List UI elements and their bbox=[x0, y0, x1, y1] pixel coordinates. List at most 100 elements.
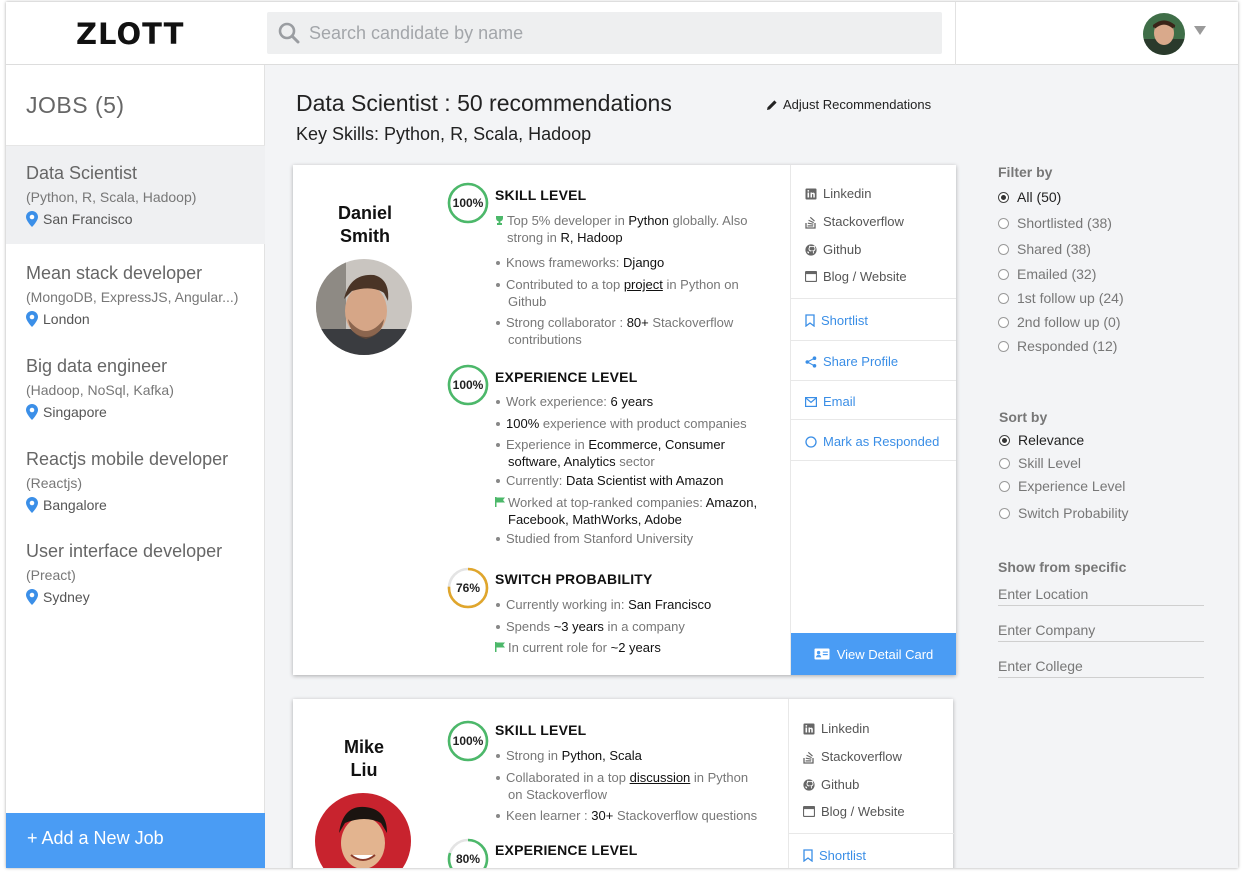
card-actions: Linkedin Stackoverflow Github Blog / Web… bbox=[788, 699, 954, 868]
experience-bullet: Work experience: 6 years bbox=[496, 393, 653, 410]
location-input[interactable] bbox=[998, 582, 1204, 606]
share-profile-button[interactable]: Share Profile bbox=[805, 354, 898, 369]
experience-level-heading: EXPERIENCE LEVEL bbox=[495, 369, 638, 385]
job-location-text: Sydney bbox=[43, 589, 90, 605]
top-bar: ZLOTT bbox=[6, 2, 1238, 65]
email-button[interactable]: Email bbox=[805, 394, 856, 409]
text: Blog / Website bbox=[823, 269, 907, 284]
project-link[interactable]: project bbox=[624, 277, 663, 292]
text: Facebook, MathWorks, Adobe bbox=[508, 512, 682, 527]
search-box[interactable] bbox=[267, 12, 942, 54]
sort-option[interactable]: Switch Probability bbox=[999, 505, 1129, 521]
user-avatar[interactable] bbox=[1143, 13, 1185, 55]
shortlist-button[interactable]: Shortlist bbox=[803, 848, 866, 863]
stackoverflow-link[interactable]: Stackoverflow bbox=[805, 214, 904, 229]
filter-by-title: Filter by bbox=[998, 164, 1053, 180]
text: Switch Probability bbox=[1018, 505, 1129, 521]
skill-gauge: 100% bbox=[446, 181, 490, 225]
text: Data Scientist with Amazon bbox=[565, 473, 724, 488]
job-skills: (Hadoop, NoSql, Kafka) bbox=[26, 382, 174, 398]
radio-icon bbox=[999, 507, 1010, 519]
sort-option[interactable]: Relevance bbox=[999, 432, 1084, 448]
filter-option[interactable]: Shared (38) bbox=[998, 241, 1091, 257]
github-link[interactable]: Github bbox=[805, 242, 861, 257]
text: Relevance bbox=[1018, 432, 1085, 448]
candidate-name[interactable]: Mike Liu bbox=[310, 736, 418, 782]
add-job-button[interactable]: + Add a New Job bbox=[6, 813, 265, 868]
candidate-name[interactable]: Daniel Smith bbox=[311, 202, 419, 248]
text: View Detail Card bbox=[836, 646, 934, 662]
skill-bullet: Knows frameworks: Django bbox=[496, 254, 664, 271]
experience-score: 100% bbox=[452, 378, 484, 392]
radio-icon bbox=[998, 340, 1009, 352]
mark-responded-button[interactable]: Mark as Responded bbox=[805, 434, 939, 449]
filter-option[interactable]: All (50) bbox=[998, 189, 1061, 205]
search-input[interactable] bbox=[309, 12, 929, 54]
job-skills: (Python, R, Scala, Hadoop) bbox=[26, 189, 197, 205]
github-icon bbox=[805, 243, 817, 256]
search-icon bbox=[278, 22, 300, 44]
sidebar-job-ui-developer[interactable]: User interface developer (Preact) Sydney bbox=[6, 540, 265, 607]
chevron-down-icon[interactable] bbox=[1194, 26, 1206, 35]
browser-icon bbox=[805, 271, 817, 282]
blog-website-link[interactable]: Blog / Website bbox=[805, 269, 907, 284]
text: Studied from Stanford University bbox=[506, 531, 694, 546]
flag-icon bbox=[495, 497, 505, 507]
sort-option[interactable]: Experience Level bbox=[999, 478, 1125, 494]
job-location: San Francisco bbox=[26, 209, 265, 229]
view-detail-card-button[interactable]: View Detail Card bbox=[791, 633, 956, 675]
page-title: Data Scientist : 50 recommendations bbox=[296, 90, 672, 116]
sidebar-job-big-data[interactable]: Big data engineer (Hadoop, NoSql, Kafka)… bbox=[6, 355, 265, 422]
text: software, Analytics bbox=[508, 454, 616, 469]
text: Stackoverflow questions bbox=[613, 808, 758, 823]
card-actions: Linkedin Stackoverflow Github Blog / Web… bbox=[790, 165, 956, 675]
text: Contributed to a top bbox=[506, 277, 624, 292]
sort-option[interactable]: Skill Level bbox=[999, 455, 1081, 471]
filter-option[interactable]: Emailed (32) bbox=[998, 266, 1096, 282]
switch-bullet: In current role for ~2 years bbox=[495, 639, 661, 656]
skill-level-heading: SKILL LEVEL bbox=[495, 722, 587, 738]
bookmark-icon bbox=[803, 849, 813, 862]
filter-option[interactable]: 2nd follow up (0) bbox=[998, 314, 1121, 330]
text: Responded (12) bbox=[1017, 338, 1118, 354]
linkedin-icon bbox=[805, 188, 817, 199]
pencil-icon bbox=[767, 99, 777, 110]
divider bbox=[789, 833, 954, 834]
linkedin-link[interactable]: Linkedin bbox=[805, 186, 871, 201]
linkedin-icon bbox=[803, 723, 815, 734]
text: experience with product companies bbox=[539, 416, 747, 431]
filter-option[interactable]: 1st follow up (24) bbox=[998, 290, 1124, 306]
job-location-text: Singapore bbox=[43, 404, 107, 420]
job-skills: (Reactjs) bbox=[26, 475, 83, 491]
linkedin-link[interactable]: Linkedin bbox=[803, 721, 869, 736]
experience-bullet: 100% experience with product companies bbox=[496, 415, 747, 432]
radio-icon bbox=[998, 243, 1009, 255]
sidebar-job-mean-stack[interactable]: Mean stack developer (MongoDB, ExpressJS… bbox=[6, 262, 265, 329]
text: in Python bbox=[690, 770, 749, 785]
discussion-link[interactable]: discussion bbox=[630, 770, 691, 785]
stackoverflow-link[interactable]: Stackoverflow bbox=[803, 749, 902, 764]
sidebar-job-reactjs-mobile[interactable]: Reactjs mobile developer (Reactjs) Banga… bbox=[6, 448, 265, 515]
blog-website-link[interactable]: Blog / Website bbox=[803, 804, 905, 819]
shortlist-button[interactable]: Shortlist bbox=[805, 313, 868, 328]
candidate-last-name: Smith bbox=[339, 226, 390, 246]
company-input[interactable] bbox=[998, 618, 1204, 642]
location-pin-icon bbox=[26, 311, 38, 327]
filter-option[interactable]: Responded (12) bbox=[998, 338, 1117, 354]
adjust-recommendations-link[interactable]: Adjust Recommendations bbox=[766, 97, 931, 112]
sidebar-job-data-scientist[interactable]: Data Scientist (Python, R, Scala, Hadoop… bbox=[6, 146, 265, 244]
skill-bullet: Strong in Python, Scala bbox=[496, 747, 642, 764]
text: Python bbox=[628, 213, 669, 228]
skill-gauge: 100% bbox=[446, 719, 490, 763]
show-from-specific-title: Show from specific bbox=[998, 559, 1127, 575]
github-link[interactable]: Github bbox=[803, 777, 859, 792]
job-title: Big data engineer bbox=[26, 356, 168, 376]
job-location: Singapore bbox=[26, 402, 265, 422]
text: Currently: bbox=[506, 473, 566, 488]
filter-option[interactable]: Shortlisted (38) bbox=[998, 215, 1112, 231]
college-input[interactable] bbox=[998, 654, 1204, 678]
stackoverflow-icon bbox=[805, 216, 816, 229]
switch-probability-heading: SWITCH PROBABILITY bbox=[495, 571, 653, 587]
candidate-photo bbox=[316, 259, 412, 355]
experience-gauge: 100% bbox=[446, 363, 490, 407]
